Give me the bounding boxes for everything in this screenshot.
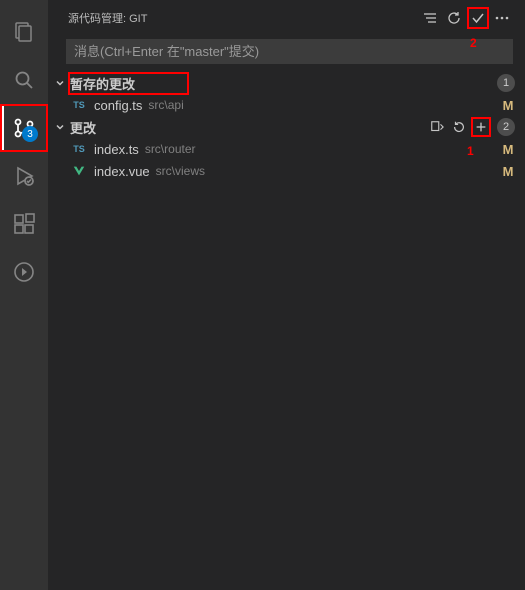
file-row[interactable]: TS index.ts src\router M xyxy=(48,138,525,160)
debug-icon[interactable] xyxy=(0,152,48,200)
file-path: src\views xyxy=(156,164,495,178)
open-file-icon[interactable] xyxy=(427,117,447,137)
changes-title: 更改 xyxy=(70,118,425,137)
chevron-down-icon xyxy=(52,121,68,133)
file-row[interactable]: TS config.ts src\api M xyxy=(48,94,525,116)
view-tree-icon[interactable] xyxy=(419,7,441,29)
scm-panel: 源代码管理: GIT 暂存的更改 1 TS xyxy=(48,0,525,590)
file-row[interactable]: index.vue src\views M xyxy=(48,160,525,182)
source-control-icon[interactable]: 3 xyxy=(0,104,48,152)
vue-icon xyxy=(70,164,88,178)
activity-bar: 3 xyxy=(0,0,48,590)
file-status: M xyxy=(501,98,515,113)
file-status: M xyxy=(501,142,515,157)
circle-icon[interactable] xyxy=(0,248,48,296)
file-name: index.ts xyxy=(94,142,139,157)
staged-count: 1 xyxy=(497,74,515,92)
file-status: M xyxy=(501,164,515,179)
changes-count: 2 xyxy=(497,118,515,136)
changes-section: 更改 2 TS index.ts src\router M xyxy=(48,116,525,182)
staged-title: 暂存的更改 xyxy=(70,77,135,92)
staged-header[interactable]: 暂存的更改 1 xyxy=(48,72,525,94)
file-name: config.ts xyxy=(94,98,142,113)
commit-message-input[interactable] xyxy=(66,39,513,64)
scm-badge: 3 xyxy=(22,126,38,142)
extensions-icon[interactable] xyxy=(0,200,48,248)
changes-header[interactable]: 更改 2 xyxy=(48,116,525,138)
refresh-icon[interactable] xyxy=(443,7,465,29)
more-icon[interactable] xyxy=(491,7,513,29)
ts-icon: TS xyxy=(70,144,88,154)
panel-header: 源代码管理: GIT xyxy=(48,0,525,35)
staged-section: 暂存的更改 1 TS config.ts src\api M xyxy=(48,72,525,116)
commit-icon[interactable] xyxy=(467,7,489,29)
ts-icon: TS xyxy=(70,100,88,110)
explorer-icon[interactable] xyxy=(0,8,48,56)
panel-title: 源代码管理: GIT xyxy=(68,10,413,26)
chevron-down-icon xyxy=(52,77,68,89)
stage-all-icon[interactable] xyxy=(471,117,491,137)
file-name: index.vue xyxy=(94,164,150,179)
file-path: src\api xyxy=(148,98,495,112)
file-path: src\router xyxy=(145,142,495,156)
search-icon[interactable] xyxy=(0,56,48,104)
discard-icon[interactable] xyxy=(449,117,469,137)
